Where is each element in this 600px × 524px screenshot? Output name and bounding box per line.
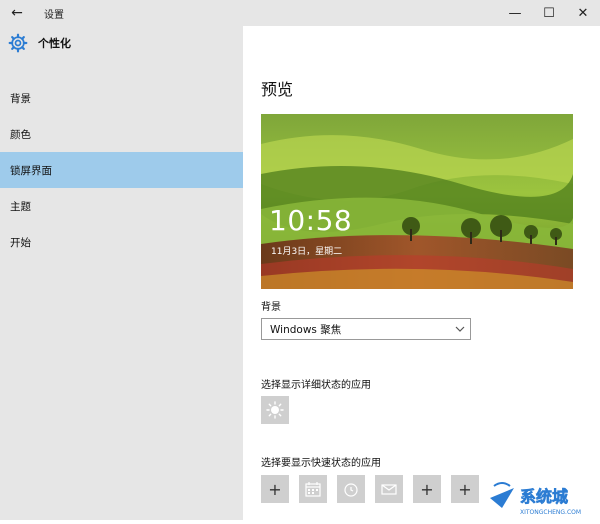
quick-status-app-alarms[interactable] [337,475,365,503]
sidebar-item-themes[interactable]: 主题 [0,188,243,224]
alarm-clock-icon [344,483,358,497]
background-dropdown[interactable]: Windows 聚焦 [261,318,471,340]
watermark-logo: 系统城 XITONGCHENG.COM [486,480,581,516]
calendar-icon [305,482,321,497]
maximize-icon: ☐ [543,5,555,21]
title-bar: ← 设置 — ☐ ✕ [0,0,600,26]
quick-status-app-calendar[interactable] [299,475,327,503]
sidebar: 个性化 背景 颜色 锁屏界面 主题 开始 [0,26,243,520]
detailed-status-app-weather[interactable] [261,396,289,424]
section-title: 个性化 [38,37,71,50]
sidebar-item-start[interactable]: 开始 [0,224,243,260]
watermark-text: 系统城 [520,487,568,506]
sidebar-item-label: 主题 [10,200,31,213]
quick-status-add-button[interactable]: + [451,475,479,503]
site-watermark: 系统城 XITONGCHENG.COM [480,468,600,520]
chevron-down-icon [450,326,470,332]
plus-icon: + [458,479,472,499]
sidebar-item-label: 背景 [10,92,31,105]
lock-screen-date: 11月3日，星期二 [271,247,343,257]
mail-icon [381,484,397,495]
sidebar-item-label: 锁屏界面 [10,164,52,177]
sidebar-item-background[interactable]: 背景 [0,80,243,116]
sidebar-nav: 背景 颜色 锁屏界面 主题 开始 [0,80,243,260]
quick-status-label: 选择要显示快速状态的应用 [261,458,381,469]
minimize-button[interactable]: — [498,0,532,26]
sidebar-item-lock-screen[interactable]: 锁屏界面 [0,152,243,188]
window-controls: — ☐ ✕ [498,0,600,26]
detailed-status-label: 选择显示详细状态的应用 [261,380,371,391]
minimize-icon: — [508,5,522,21]
background-label: 背景 [261,302,281,313]
close-button[interactable]: ✕ [566,0,600,26]
landscape-image [261,114,573,289]
quick-status-app-mail[interactable] [375,475,403,503]
lock-screen-preview: 10:58 11月3日，星期二 [261,114,573,289]
lock-screen-time: 10:58 [269,204,353,237]
plus-icon: + [420,479,434,499]
sidebar-item-label: 颜色 [10,128,31,141]
sun-icon [266,401,284,419]
preview-title: 预览 [261,80,294,99]
close-icon: ✕ [577,5,589,21]
main-content: 预览 10:58 11月3日，星期二 背景 Windows 聚焦 选择显示详细状… [243,26,600,520]
window-title: 设置 [44,9,64,21]
quick-status-add-button[interactable]: + [413,475,441,503]
section-header: 个性化 [0,26,243,60]
background-dropdown-value: Windows 聚焦 [270,323,342,336]
watermark-subtext: XITONGCHENG.COM [520,509,581,516]
quick-status-add-button[interactable]: + [261,475,289,503]
sidebar-item-label: 开始 [10,236,31,249]
back-button[interactable]: ← [0,0,34,26]
back-arrow-icon: ← [11,5,23,21]
sidebar-item-colors[interactable]: 颜色 [0,116,243,152]
maximize-button[interactable]: ☐ [532,0,566,26]
plus-icon: + [268,479,282,499]
gear-icon [8,33,28,53]
